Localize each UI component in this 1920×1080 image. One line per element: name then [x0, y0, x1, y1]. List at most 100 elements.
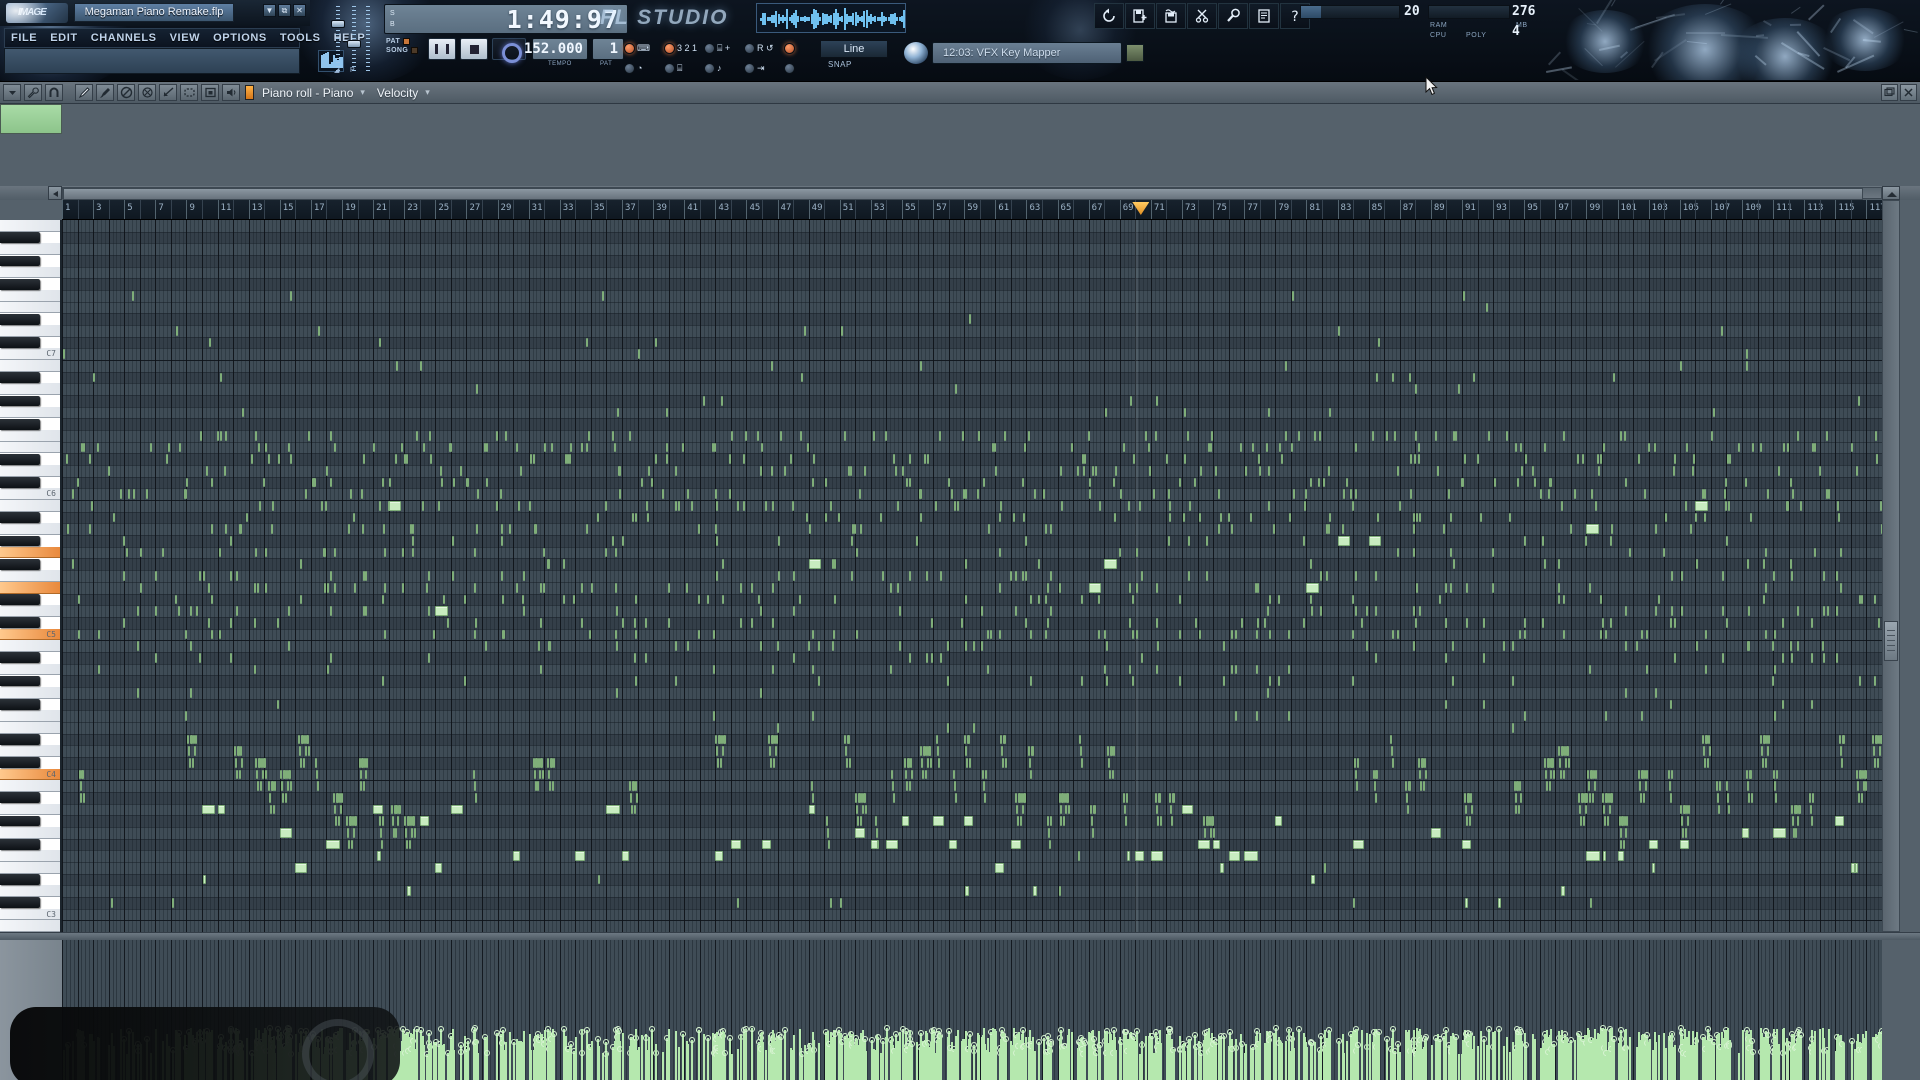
note[interactable]: [1738, 442, 1741, 453]
note[interactable]: [1206, 536, 1209, 546]
toolbar-toggle-5[interactable]: ◔: [624, 58, 664, 78]
note[interactable]: [1352, 594, 1355, 605]
velocity-stem[interactable]: [1508, 1051, 1511, 1080]
note[interactable]: [190, 606, 193, 616]
note[interactable]: [1476, 454, 1479, 465]
note[interactable]: [1723, 489, 1726, 500]
note[interactable]: [1434, 431, 1437, 441]
piano-key-white[interactable]: [0, 220, 60, 232]
note[interactable]: [812, 454, 815, 465]
note[interactable]: [1001, 746, 1004, 756]
velocity-stem[interactable]: [505, 1041, 508, 1080]
piano-key-white[interactable]: [0, 301, 60, 314]
note[interactable]: [1141, 652, 1144, 663]
note[interactable]: [257, 582, 260, 593]
note[interactable]: [1781, 699, 1784, 710]
note[interactable]: [352, 827, 355, 838]
pattern-song-switch[interactable]: PAT SONG: [386, 38, 424, 56]
note[interactable]: [1179, 594, 1182, 605]
note[interactable]: [276, 699, 279, 710]
note[interactable]: [777, 571, 780, 581]
note[interactable]: [1106, 641, 1109, 651]
note[interactable]: [1048, 839, 1051, 850]
note[interactable]: [1595, 501, 1598, 511]
note[interactable]: [1337, 326, 1340, 336]
note[interactable]: [1502, 641, 1505, 651]
note[interactable]: [155, 571, 158, 581]
note[interactable]: [976, 489, 979, 500]
note[interactable]: [1669, 781, 1672, 791]
note[interactable]: [289, 781, 292, 791]
note[interactable]: [1123, 804, 1126, 815]
note[interactable]: [617, 407, 620, 418]
note[interactable]: [1170, 804, 1173, 815]
note[interactable]: [811, 664, 814, 675]
vertical-scroll-grip[interactable]: [1884, 621, 1898, 661]
velocity-stem[interactable]: [575, 1036, 578, 1080]
velocity-stem[interactable]: [1813, 1030, 1816, 1080]
note[interactable]: [962, 431, 965, 441]
velocity-handle[interactable]: [1047, 1041, 1054, 1048]
note[interactable]: [1159, 816, 1162, 826]
velocity-handle[interactable]: [742, 1025, 749, 1032]
note[interactable]: [410, 524, 413, 535]
note[interactable]: [1396, 629, 1399, 640]
note[interactable]: [1584, 804, 1587, 815]
note[interactable]: [289, 291, 292, 301]
note[interactable]: [1112, 746, 1115, 756]
note[interactable]: [1746, 641, 1749, 651]
chevron-down-icon[interactable]: [3, 84, 21, 101]
note[interactable]: [1038, 594, 1041, 605]
note[interactable]: [1625, 641, 1628, 651]
note[interactable]: [1513, 781, 1516, 791]
velocity-handle[interactable]: [594, 1036, 601, 1043]
velocity-stem[interactable]: [1505, 1036, 1508, 1080]
note[interactable]: [930, 757, 933, 768]
note[interactable]: [1839, 734, 1842, 745]
note[interactable]: [192, 757, 195, 768]
velocity-stem[interactable]: [1738, 1052, 1741, 1080]
note[interactable]: [1198, 512, 1201, 523]
note[interactable]: [373, 804, 383, 815]
note[interactable]: [1765, 547, 1768, 558]
velocity-handle[interactable]: [680, 1031, 687, 1038]
note[interactable]: [1670, 699, 1673, 710]
note[interactable]: [311, 477, 314, 488]
velocity-stem[interactable]: [687, 1044, 690, 1080]
note[interactable]: [1256, 582, 1259, 593]
note[interactable]: [1765, 629, 1768, 640]
note[interactable]: [1826, 606, 1829, 616]
note[interactable]: [1337, 536, 1351, 546]
velocity-stem[interactable]: [1099, 1044, 1102, 1080]
velocity-stem[interactable]: [1083, 1043, 1086, 1080]
note[interactable]: [1154, 431, 1157, 441]
note[interactable]: [800, 372, 803, 383]
note[interactable]: [1198, 629, 1201, 640]
note[interactable]: [199, 652, 202, 663]
note[interactable]: [935, 501, 938, 511]
note[interactable]: [1252, 442, 1254, 453]
note[interactable]: [340, 804, 343, 815]
note[interactable]: [1217, 489, 1220, 500]
note[interactable]: [521, 594, 524, 605]
note[interactable]: [194, 746, 197, 756]
note[interactable]: [362, 524, 365, 535]
note[interactable]: [1524, 711, 1527, 721]
note[interactable]: [1492, 547, 1495, 558]
velocity-stem[interactable]: [1476, 1046, 1479, 1080]
velocity-stem[interactable]: [1612, 1038, 1615, 1080]
velocity-stem[interactable]: [1438, 1039, 1441, 1080]
note[interactable]: [965, 746, 968, 756]
note[interactable]: [1368, 536, 1382, 546]
menu-channels[interactable]: CHANNELS: [91, 32, 157, 44]
note[interactable]: [1761, 746, 1764, 756]
note[interactable]: [832, 629, 835, 640]
note[interactable]: [218, 547, 221, 558]
note[interactable]: [807, 641, 810, 651]
note[interactable]: [790, 454, 793, 465]
note[interactable]: [827, 827, 830, 838]
note[interactable]: [716, 571, 719, 581]
note[interactable]: [265, 442, 268, 453]
note[interactable]: [1702, 734, 1705, 745]
note[interactable]: [1187, 536, 1190, 546]
